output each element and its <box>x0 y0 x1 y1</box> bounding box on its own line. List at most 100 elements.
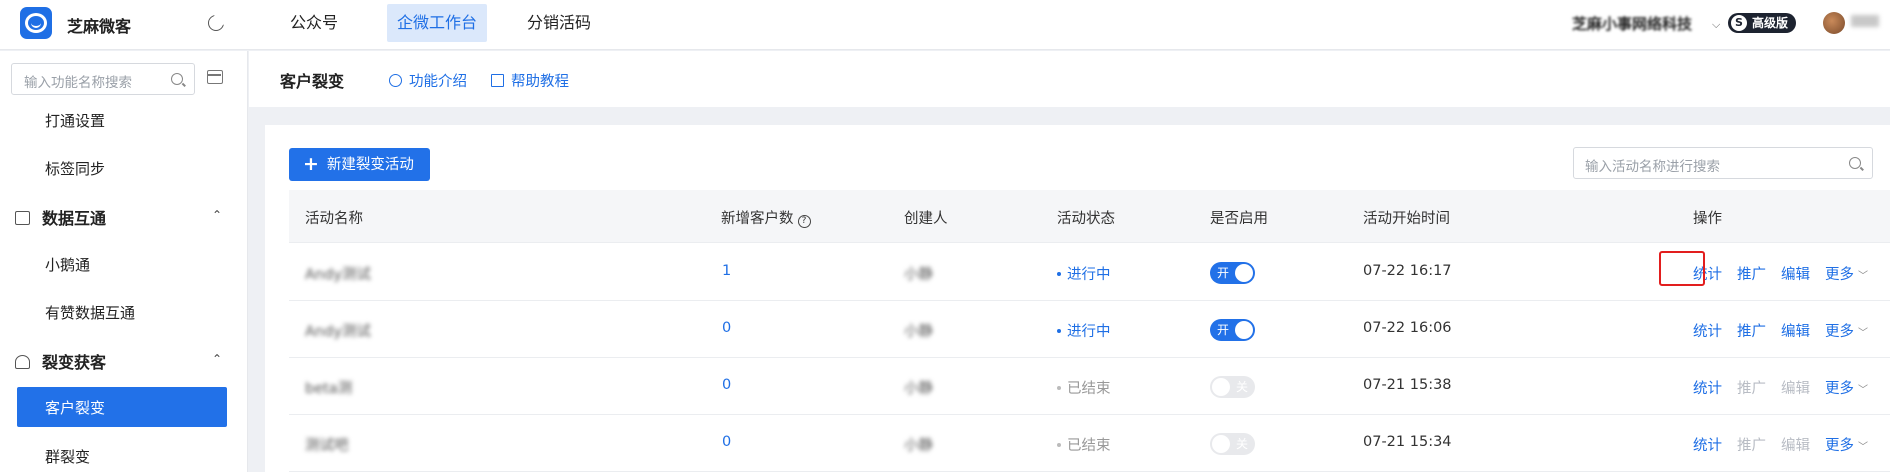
people-icon <box>15 355 30 369</box>
page-title: 客户裂变 <box>280 72 345 91</box>
col-start-time: 活动开始时间 <box>1363 211 1450 227</box>
sidebar-item-youzan[interactable]: 有赞数据互通 <box>45 302 135 323</box>
help-tutorial-link[interactable]: 帮助教程 <box>491 70 569 91</box>
col-new-customers: 新增客户数? <box>721 207 811 228</box>
user-avatar[interactable] <box>1823 12 1845 34</box>
page-header: 客户裂变 功能介绍 帮助教程 <box>249 51 1890 107</box>
status-badge: 进行中 <box>1057 263 1111 284</box>
data-icon <box>15 211 30 225</box>
col-operations: 操作 <box>1693 211 1722 227</box>
chat-bubble-icon <box>25 13 47 33</box>
function-search-input[interactable]: 输入功能名称搜索 <box>11 63 195 95</box>
new-customers[interactable]: 0 <box>722 320 731 336</box>
creator: 小静 <box>904 381 933 397</box>
new-button-label: 新建裂变活动 <box>326 157 414 173</box>
edition-icon: S <box>1731 15 1747 31</box>
user-name[interactable] <box>1851 15 1879 27</box>
status-badge: 已结束 <box>1057 377 1111 398</box>
sidebar: 输入功能名称搜索 打通设置 标签同步 数据互通 ⌃ 小鹅通 有赞数据互通 裂变获… <box>0 51 248 472</box>
activity-search-input[interactable]: 输入活动名称进行搜索 <box>1573 147 1873 179</box>
toggle-label: 开 <box>1217 266 1230 280</box>
more-dropdown[interactable]: 更多 ﹀ <box>1825 377 1868 398</box>
new-customers[interactable]: 0 <box>722 377 731 393</box>
sidebar-item-xiaoetong[interactable]: 小鹅通 <box>45 254 90 275</box>
more-label: 更多 <box>1825 324 1854 340</box>
plus-icon: + <box>303 153 319 175</box>
top-bar: 芝麻微客 公众号 企微工作台 分销活码 芝麻小事网络科技 ⌵ S 高级版 <box>0 0 1890 50</box>
start-time: 07-21 15:38 <box>1363 377 1452 393</box>
more-dropdown[interactable]: 更多 ﹀ <box>1825 320 1868 341</box>
feature-intro-link[interactable]: 功能介绍 <box>389 70 467 91</box>
sidebar-group-data[interactable]: 数据互通 <box>15 205 106 229</box>
edit-link: 编辑 <box>1781 381 1810 397</box>
stats-link[interactable]: 统计 <box>1693 320 1722 341</box>
enable-toggle[interactable]: 关 <box>1210 433 1255 455</box>
nav-gongzhonghao[interactable]: 公众号 <box>280 4 348 42</box>
new-customers[interactable]: 0 <box>722 434 731 450</box>
sidebar-item-customer-fission[interactable]: 客户裂变 <box>17 387 227 427</box>
chevron-down-icon[interactable]: ⌵ <box>1712 18 1720 32</box>
enable-toggle[interactable]: 开 <box>1210 262 1255 284</box>
app-logo[interactable] <box>20 7 52 39</box>
activity-name[interactable]: beta测 <box>305 377 352 398</box>
promote-link[interactable]: 推广 <box>1737 263 1766 284</box>
toggle-knob <box>1235 321 1253 339</box>
col-creator: 创建人 <box>904 211 948 227</box>
sidebar-item-tag-sync[interactable]: 标签同步 <box>45 158 105 179</box>
stats-link[interactable]: 统计 <box>1693 377 1722 398</box>
toggle-knob <box>1212 435 1230 453</box>
promote-link: 推广 <box>1737 381 1766 397</box>
col-status: 活动状态 <box>1057 211 1115 227</box>
edit-link[interactable]: 编辑 <box>1781 263 1810 284</box>
stats-link[interactable]: 统计 <box>1693 434 1722 455</box>
document-icon <box>491 74 504 87</box>
dark-mode-icon[interactable] <box>208 13 226 31</box>
table-row: 测试吧 0 小静 已结束 关 07-21 15:34 统计 推广 编辑 更多 ﹀ <box>289 415 1890 472</box>
activity-name[interactable]: Andy测试 <box>305 263 371 284</box>
search-icon[interactable] <box>1849 157 1861 169</box>
table-row: Andy测试 1 小静 进行中 开 07-22 16:17 统计 推广 编辑 更… <box>289 244 1890 301</box>
chevron-up-icon[interactable]: ⌃ <box>212 208 222 222</box>
card-icon[interactable] <box>207 70 223 84</box>
search-placeholder: 输入活动名称进行搜索 <box>1585 159 1720 175</box>
sidebar-item-datong-settings[interactable]: 打通设置 <box>45 110 105 131</box>
edit-link[interactable]: 编辑 <box>1781 320 1810 341</box>
activity-name[interactable]: Andy测试 <box>305 320 371 341</box>
status-label: 进行中 <box>1067 324 1111 340</box>
enable-toggle[interactable]: 开 <box>1210 319 1255 341</box>
new-customers[interactable]: 1 <box>722 263 731 279</box>
highlight-box <box>1659 251 1705 286</box>
feature-intro-label: 功能介绍 <box>409 74 467 90</box>
promote-link[interactable]: 推广 <box>1737 320 1766 341</box>
more-dropdown[interactable]: 更多 ﹀ <box>1825 434 1868 455</box>
sidebar-group-label: 裂变获客 <box>42 353 107 372</box>
sidebar-group-fission[interactable]: 裂变获客 <box>15 349 106 373</box>
sidebar-item-group-fission[interactable]: 群裂变 <box>45 446 90 467</box>
status-label: 已结束 <box>1067 381 1111 397</box>
chevron-down-icon: ﹀ <box>1858 385 1868 396</box>
search-icon[interactable] <box>171 73 183 85</box>
start-time: 07-22 16:06 <box>1363 320 1452 336</box>
help-icon[interactable]: ? <box>797 215 811 228</box>
chevron-up-icon[interactable]: ⌃ <box>212 352 222 366</box>
nav-qiwei-workbench[interactable]: 企微工作台 <box>387 4 488 42</box>
toggle-label: 开 <box>1217 323 1230 337</box>
toggle-knob <box>1235 264 1253 282</box>
app-brand: 芝麻微客 <box>67 17 132 36</box>
activity-name[interactable]: 测试吧 <box>305 434 349 455</box>
status-badge: 进行中 <box>1057 320 1111 341</box>
sidebar-item-label: 客户裂变 <box>45 399 106 417</box>
chevron-down-icon: ﹀ <box>1858 328 1868 339</box>
chevron-down-icon: ﹀ <box>1858 442 1868 453</box>
more-label: 更多 <box>1825 267 1854 283</box>
creator: 小静 <box>904 438 933 454</box>
edition-badge: S 高级版 <box>1728 13 1797 33</box>
company-name[interactable]: 芝麻小事网络科技 <box>1572 13 1692 34</box>
more-dropdown[interactable]: 更多 ﹀ <box>1825 263 1868 284</box>
enable-toggle[interactable]: 关 <box>1210 376 1255 398</box>
col-new-customers-label: 新增客户数 <box>721 211 794 227</box>
table-row: Andy测试 0 小静 进行中 开 07-22 16:06 统计 推广 编辑 更… <box>289 301 1890 358</box>
status-dot <box>1057 386 1061 390</box>
new-fission-activity-button[interactable]: + 新建裂变活动 <box>289 148 430 181</box>
nav-fenxiao-huoma[interactable]: 分销活码 <box>517 4 601 42</box>
